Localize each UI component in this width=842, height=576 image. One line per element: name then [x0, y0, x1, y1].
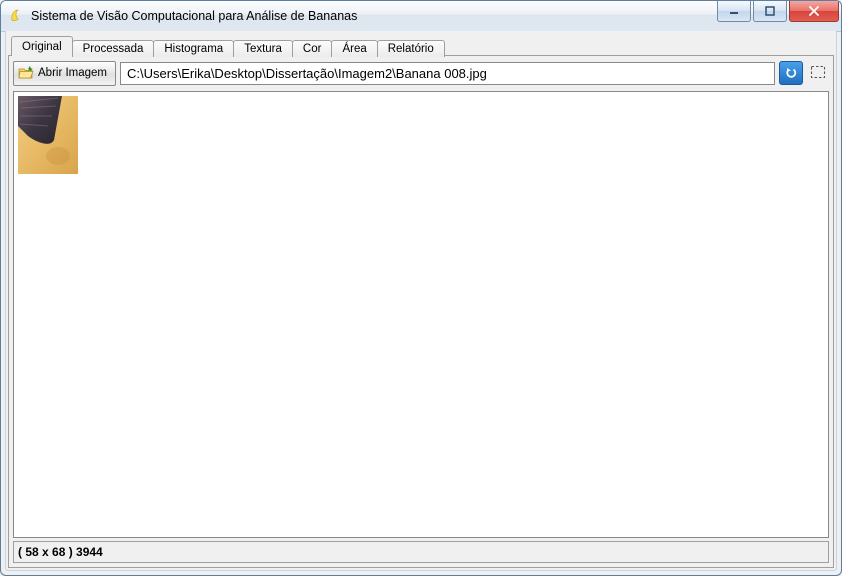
- maximize-button[interactable]: [753, 1, 787, 22]
- tabstrip: Original Processada Histograma Textura C…: [8, 33, 834, 55]
- tab-histograma[interactable]: Histograma: [153, 40, 234, 57]
- undo-arrow-icon: [784, 65, 798, 82]
- tab-processada[interactable]: Processada: [72, 40, 155, 57]
- minimize-button[interactable]: [717, 1, 751, 22]
- app-window: Sistema de Visão Computacional para Anál…: [0, 0, 842, 576]
- titlebar: Sistema de Visão Computacional para Anál…: [1, 1, 841, 32]
- close-button[interactable]: [789, 1, 839, 22]
- status-text: ( 58 x 68 ) 3944: [18, 545, 103, 559]
- window-title: Sistema de Visão Computacional para Anál…: [31, 9, 717, 23]
- file-path-input[interactable]: [120, 62, 775, 85]
- image-viewport[interactable]: [13, 91, 829, 538]
- loaded-image-thumbnail: [18, 96, 824, 174]
- selection-rect-icon: [810, 65, 826, 82]
- client-area: Original Processada Histograma Textura C…: [5, 31, 837, 571]
- reload-button[interactable]: [779, 61, 803, 85]
- open-image-label: Abrir Imagem: [38, 67, 107, 79]
- window-controls: [717, 1, 839, 31]
- tab-relatorio[interactable]: Relatório: [377, 40, 445, 57]
- status-bar: ( 58 x 68 ) 3944: [13, 541, 829, 563]
- banana-icon: [9, 8, 25, 24]
- tab-area[interactable]: Área: [331, 40, 377, 57]
- tab-cor[interactable]: Cor: [292, 40, 333, 57]
- open-image-button[interactable]: Abrir Imagem: [13, 61, 116, 86]
- tab-original[interactable]: Original: [11, 36, 73, 56]
- folder-open-icon: [18, 65, 34, 81]
- toolbar: Abrir Imagem: [13, 60, 829, 86]
- selection-tool-button[interactable]: [807, 62, 829, 84]
- tab-panel-original: Abrir Imagem: [8, 55, 834, 568]
- tab-textura[interactable]: Textura: [233, 40, 293, 57]
